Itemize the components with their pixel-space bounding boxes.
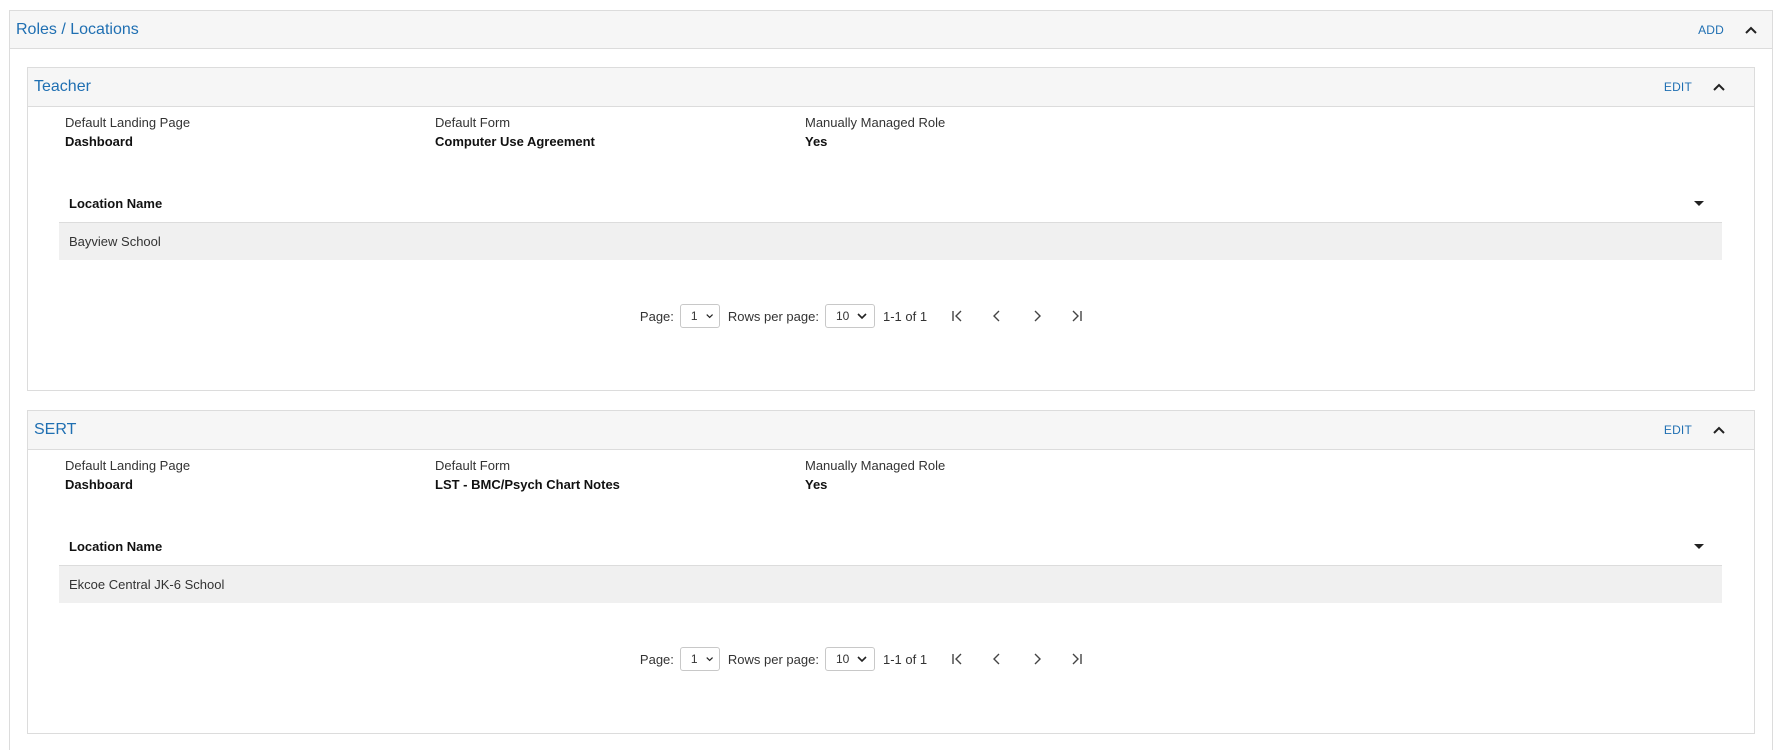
- field-value: Dashboard: [65, 477, 133, 492]
- chevron-up-icon[interactable]: [1712, 80, 1726, 94]
- chevron-right-icon: [1034, 653, 1042, 665]
- chevron-up-icon[interactable]: [1744, 23, 1758, 37]
- role-actions: EDIT: [1664, 68, 1754, 106]
- next-page-button[interactable]: [1017, 306, 1057, 326]
- table-row[interactable]: Bayview School: [59, 222, 1722, 260]
- chevron-down-icon: [857, 656, 867, 663]
- page-select-value: 1: [690, 652, 698, 666]
- role-header: SERT EDIT: [28, 411, 1754, 450]
- field-value: Yes: [805, 134, 828, 149]
- sort-caret-icon[interactable]: [1694, 544, 1704, 549]
- chevron-down-icon: [705, 314, 713, 319]
- section-actions: ADD: [1698, 11, 1772, 48]
- last-page-icon: [1072, 653, 1082, 665]
- first-page-icon: [952, 310, 962, 322]
- first-page-button[interactable]: [937, 649, 977, 669]
- chevron-down-icon: [705, 657, 713, 662]
- roles-locations-header: Roles / Locations ADD: [10, 11, 1772, 49]
- field-label: Default Landing Page: [65, 458, 191, 473]
- field-value: LST - BMC/Psych Chart Notes: [435, 477, 620, 492]
- locations-table: Location Name Bayview School: [59, 184, 1722, 260]
- table-row[interactable]: Ekcoe Central JK-6 School: [59, 565, 1722, 603]
- role-properties: Default Landing Page Dashboard Default F…: [65, 457, 1754, 497]
- table-cell: Ekcoe Central JK-6 School: [69, 577, 225, 592]
- role-card-sert: SERT EDIT Default Landing Page Dashboard…: [27, 410, 1755, 734]
- page-range: 1-1 of 1: [882, 651, 928, 667]
- section-title: Roles / Locations: [16, 20, 139, 38]
- edit-button[interactable]: EDIT: [1664, 423, 1692, 437]
- prev-page-button[interactable]: [977, 649, 1017, 669]
- role-card-teacher: Teacher EDIT Default Landing Page Dashbo…: [27, 67, 1755, 391]
- default-landing-page-field: Default Landing Page Dashboard: [65, 114, 190, 152]
- field-value: Computer Use Agreement: [435, 134, 595, 149]
- first-page-icon: [952, 653, 962, 665]
- last-page-button[interactable]: [1057, 649, 1097, 669]
- chevron-right-icon: [1034, 310, 1042, 322]
- pagination: Page: 1 Rows per page: 10 1-1 of 1: [28, 647, 1754, 671]
- add-button[interactable]: ADD: [1698, 23, 1724, 37]
- manually-managed-role-field: Manually Managed Role Yes: [805, 457, 945, 495]
- table-header-row: Location Name: [59, 527, 1722, 565]
- rows-per-page-label: Rows per page:: [727, 308, 819, 324]
- field-label: Default Form: [435, 458, 511, 473]
- manually-managed-role-field: Manually Managed Role Yes: [805, 114, 945, 152]
- default-form-field: Default Form Computer Use Agreement: [435, 114, 595, 152]
- rows-select-value: 10: [835, 309, 850, 323]
- role-header: Teacher EDIT: [28, 68, 1754, 107]
- rows-per-page-label: Rows per page:: [727, 651, 819, 667]
- table-cell: Bayview School: [69, 234, 161, 249]
- prev-page-button[interactable]: [977, 306, 1017, 326]
- field-value: Yes: [805, 477, 828, 492]
- page-range: 1-1 of 1: [882, 308, 928, 324]
- page-select-value: 1: [690, 309, 698, 323]
- edit-button[interactable]: EDIT: [1664, 80, 1692, 94]
- sort-caret-icon[interactable]: [1694, 201, 1704, 206]
- locations-table: Location Name Ekcoe Central JK-6 School: [59, 527, 1722, 603]
- roles-locations-panel: Roles / Locations ADD Teacher EDIT Defau…: [9, 10, 1773, 750]
- column-header-location-name[interactable]: Location Name: [69, 539, 162, 554]
- default-landing-page-field: Default Landing Page Dashboard: [65, 457, 190, 495]
- rows-select-value: 10: [835, 652, 850, 666]
- pagination: Page: 1 Rows per page: 10 1-1 of 1: [28, 304, 1754, 328]
- field-label: Manually Managed Role: [805, 458, 946, 473]
- role-title[interactable]: Teacher: [34, 78, 91, 96]
- page-select[interactable]: 1: [679, 647, 720, 671]
- role-properties: Default Landing Page Dashboard Default F…: [65, 114, 1754, 154]
- rows-per-page-select[interactable]: 10: [824, 304, 875, 328]
- first-page-button[interactable]: [937, 306, 977, 326]
- last-page-icon: [1072, 310, 1082, 322]
- role-actions: EDIT: [1664, 411, 1754, 449]
- table-header-row: Location Name: [59, 184, 1722, 222]
- page-label: Page:: [639, 651, 674, 667]
- last-page-button[interactable]: [1057, 306, 1097, 326]
- field-value: Dashboard: [65, 134, 133, 149]
- page-select[interactable]: 1: [679, 304, 720, 328]
- chevron-left-icon: [993, 310, 1000, 322]
- column-header-location-name[interactable]: Location Name: [69, 196, 162, 211]
- field-label: Manually Managed Role: [805, 115, 946, 130]
- page-label: Page:: [639, 308, 674, 324]
- chevron-left-icon: [993, 653, 1000, 665]
- field-label: Default Form: [435, 115, 511, 130]
- role-title[interactable]: SERT: [34, 421, 76, 439]
- field-label: Default Landing Page: [65, 115, 191, 130]
- next-page-button[interactable]: [1017, 649, 1057, 669]
- chevron-up-icon[interactable]: [1712, 423, 1726, 437]
- rows-per-page-select[interactable]: 10: [824, 647, 875, 671]
- chevron-down-icon: [857, 313, 867, 320]
- default-form-field: Default Form LST - BMC/Psych Chart Notes: [435, 457, 620, 495]
